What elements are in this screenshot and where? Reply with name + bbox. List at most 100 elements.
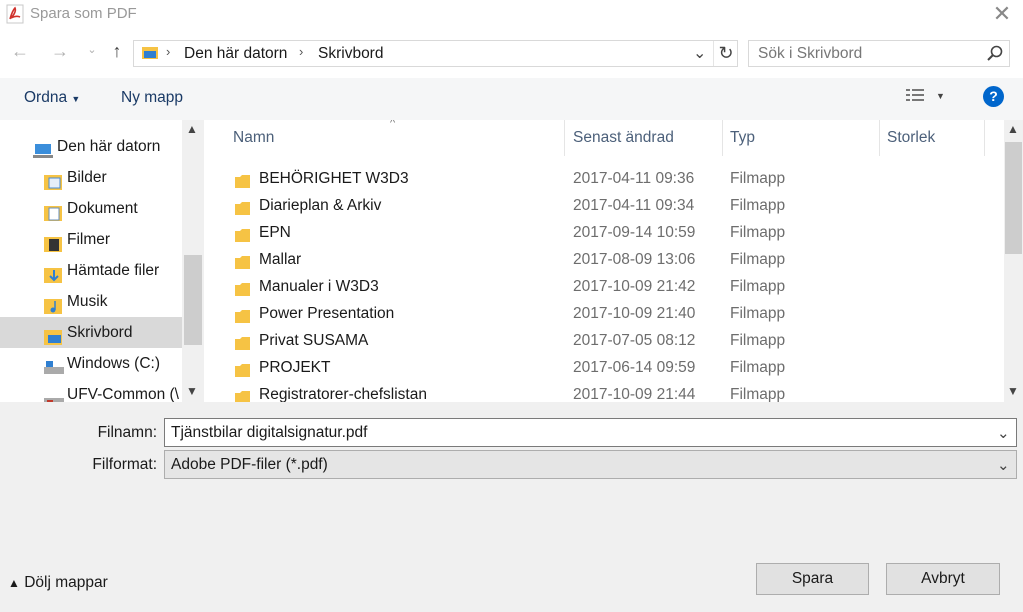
back-icon[interactable]: ← — [9, 41, 31, 62]
file-modified: 2017-10-09 21:42 — [573, 278, 696, 295]
table-row[interactable]: BEHÖRIGHET W3D3 2017-04-11 09:36 Filmapp — [204, 165, 1004, 192]
organize-button[interactable]: Ordna ▼ — [24, 89, 80, 107]
forward-icon[interactable]: → — [49, 41, 71, 62]
file-name: Power Presentation — [259, 305, 395, 322]
folder-icon — [235, 171, 250, 188]
file-type: Filmapp — [730, 332, 786, 349]
filename-dropdown-icon[interactable]: ⌄ — [997, 420, 1010, 447]
sidebar-item-label: UFV-Common (\ — [67, 386, 179, 402]
sidebar-item-label: Hämtade filer — [67, 262, 160, 279]
refresh-icon[interactable]: ↻ — [713, 41, 738, 66]
address-bar[interactable]: › Den här datorn › Skrivbord ⌄ — [133, 40, 738, 67]
scroll-down-icon[interactable]: ▼ — [1007, 384, 1019, 398]
table-row[interactable]: Power Presentation 2017-10-09 21:40 Film… — [204, 300, 1004, 327]
organize-dropdown-icon: ▼ — [71, 94, 81, 104]
computer-icon — [33, 139, 53, 158]
table-row[interactable]: PROJEKT 2017-06-14 09:59 Filmapp — [204, 354, 1004, 381]
sidebar-item-pictures[interactable]: Bilder — [0, 162, 182, 193]
file-type: Filmapp — [730, 278, 786, 295]
recent-locations-chevron-icon[interactable]: ⌄ — [81, 43, 103, 56]
table-row[interactable]: Privat SUSAMA 2017-07-05 08:12 Filmapp — [204, 327, 1004, 354]
address-dropdown-chevron-icon[interactable]: ⌄ — [693, 43, 706, 63]
folder-icon — [235, 306, 250, 323]
column-header-name[interactable]: Namn — [233, 129, 274, 147]
chevron-up-icon: ▲ — [8, 576, 20, 590]
column-header-modified[interactable]: Senast ändrad — [573, 129, 674, 147]
table-row[interactable]: Registratorer-chefslistan 2017-10-09 21:… — [204, 381, 1004, 402]
sidebar-item-music[interactable]: Musik — [0, 286, 182, 317]
file-list-scrollbar[interactable]: ▲ ▼ — [1004, 120, 1023, 402]
scroll-up-icon[interactable]: ▲ — [186, 122, 198, 136]
format-select[interactable]: Adobe PDF-filer (*.pdf) ⌄ — [164, 450, 1017, 479]
column-divider[interactable] — [984, 120, 985, 156]
file-name: Mallar — [259, 251, 302, 268]
sidebar-item-desktop[interactable]: Skrivbord — [0, 317, 182, 348]
music-folder-icon — [44, 294, 62, 314]
format-dropdown-icon[interactable]: ⌄ — [997, 452, 1010, 479]
documents-folder-icon — [44, 201, 62, 221]
help-icon[interactable]: ? — [983, 86, 1004, 107]
close-icon[interactable]: ✕ — [990, 2, 1014, 26]
file-name: BEHÖRIGHET W3D3 — [259, 170, 409, 187]
file-modified: 2017-10-09 21:44 — [573, 386, 696, 402]
file-type: Filmapp — [730, 359, 786, 376]
scroll-up-icon[interactable]: ▲ — [1007, 122, 1019, 136]
breadcrumb-item-this-pc[interactable]: Den här datorn — [184, 45, 287, 63]
navigation-pane: Den här datorn Bilder Dokument Filmer Hä… — [0, 120, 204, 402]
column-header-type[interactable]: Typ — [730, 129, 755, 147]
filename-field[interactable]: Tjänstbilar digitalsignatur.pdf ⌄ — [164, 418, 1017, 447]
sidebar-item-label: Musik — [67, 293, 108, 310]
sidebar-item-windows-drive[interactable]: Windows (C:) — [0, 348, 182, 379]
scroll-down-icon[interactable]: ▼ — [186, 384, 198, 398]
column-divider[interactable] — [564, 120, 565, 156]
file-name: EPN — [259, 224, 291, 241]
file-modified: 2017-08-09 13:06 — [573, 251, 696, 268]
breadcrumb-item-desktop[interactable]: Skrivbord — [318, 45, 383, 63]
folder-icon — [235, 360, 250, 377]
sidebar-item-label: Skrivbord — [67, 324, 133, 341]
cancel-button[interactable]: Avbryt — [886, 563, 1000, 595]
downloads-folder-icon — [44, 263, 62, 283]
view-options-icon[interactable] — [906, 87, 926, 110]
folder-icon — [235, 198, 250, 215]
file-name: Privat SUSAMA — [259, 332, 369, 349]
column-divider[interactable] — [722, 120, 723, 156]
file-modified: 2017-09-14 10:59 — [573, 224, 696, 241]
sidebar-item-this-pc[interactable]: Den här datorn — [0, 131, 182, 162]
videos-folder-icon — [44, 232, 62, 252]
file-type: Filmapp — [730, 305, 786, 322]
sidebar-item-documents[interactable]: Dokument — [0, 193, 182, 224]
search-icon[interactable] — [987, 45, 1003, 66]
navigation-scrollbar[interactable]: ▲ ▼ — [182, 120, 204, 402]
desktop-folder-icon — [44, 325, 62, 345]
scrollbar-thumb[interactable] — [1005, 142, 1022, 254]
new-folder-button[interactable]: Ny mapp — [121, 89, 183, 107]
sidebar-item-label: Bilder — [67, 169, 107, 186]
sidebar-item-label: Filmer — [67, 231, 111, 248]
pdf-icon — [6, 4, 24, 24]
scrollbar-thumb[interactable] — [184, 255, 202, 345]
sidebar-item-network-drive[interactable]: UFV-Common (\ — [0, 379, 182, 402]
organize-label: Ordna — [24, 89, 68, 106]
file-list: ^ Namn Senast ändrad Typ Storlek BEHÖRIG… — [204, 120, 1004, 402]
search-placeholder: Sök i Skrivbord — [758, 45, 863, 62]
column-divider[interactable] — [879, 120, 880, 156]
sidebar-item-videos[interactable]: Filmer — [0, 224, 182, 255]
filename-label: Filnamn: — [97, 424, 157, 441]
folder-icon — [235, 279, 250, 296]
column-header-size[interactable]: Storlek — [887, 129, 935, 147]
table-row[interactable]: Manualer i W3D3 2017-10-09 21:42 Filmapp — [204, 273, 1004, 300]
table-row[interactable]: Mallar 2017-08-09 13:06 Filmapp — [204, 246, 1004, 273]
save-button[interactable]: Spara — [756, 563, 869, 595]
hide-folders-button[interactable]: ▲ Dölj mappar — [8, 574, 108, 592]
search-input[interactable]: Sök i Skrivbord — [748, 40, 1010, 67]
sidebar-item-downloads[interactable]: Hämtade filer — [0, 255, 182, 286]
sort-ascending-icon: ^ — [390, 120, 396, 129]
up-icon[interactable]: ↑ — [106, 41, 128, 62]
file-type: Filmapp — [730, 386, 786, 402]
table-row[interactable]: EPN 2017-09-14 10:59 Filmapp — [204, 219, 1004, 246]
view-dropdown-icon[interactable]: ▼ — [936, 91, 945, 101]
window-title: Spara som PDF — [30, 5, 137, 22]
file-type: Filmapp — [730, 197, 786, 214]
table-row[interactable]: Diarieplan & Arkiv 2017-04-11 09:34 Film… — [204, 192, 1004, 219]
